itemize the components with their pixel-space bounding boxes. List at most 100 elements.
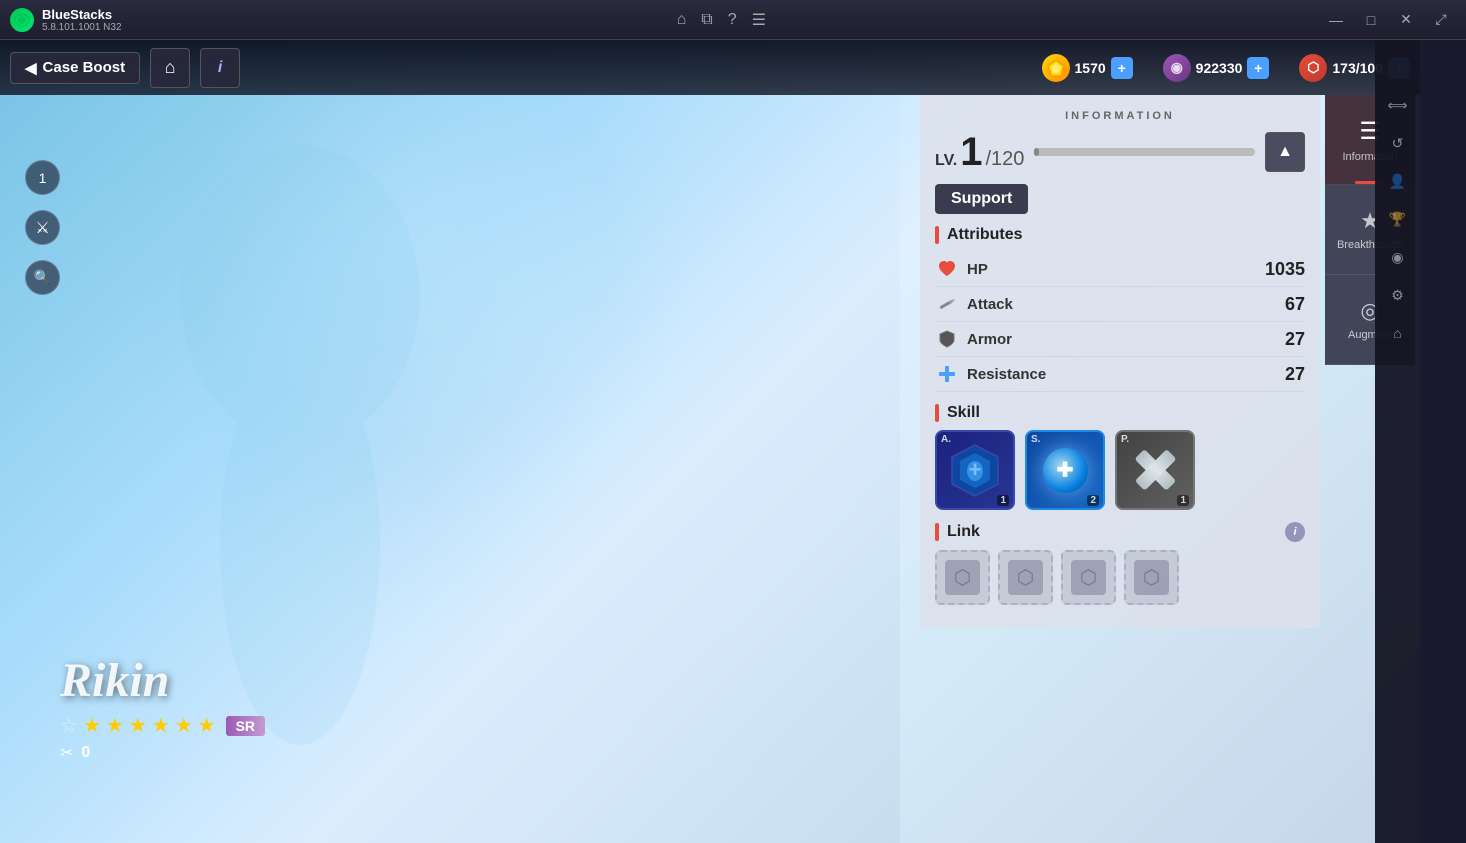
hp-icon <box>935 257 959 281</box>
skill-p-level: 1 <box>1177 495 1189 506</box>
back-arrow-icon: ◀ <box>25 59 37 77</box>
info-section-header: INFORMATION <box>935 110 1305 122</box>
skill-bar-indicator <box>935 404 939 422</box>
titlebar-left: BlueStacks 5.8.101.1001 N32 <box>10 7 122 33</box>
star-5: ★ <box>152 713 170 738</box>
skill-s-icon[interactable]: S. ✚ 2 <box>1025 430 1105 510</box>
edge-icon-2[interactable]: ↺ <box>1383 128 1413 158</box>
info-section: INFORMATION LV. 1 /120 ▲ Support <box>920 95 1320 628</box>
star-6: ★ <box>175 713 193 738</box>
star-2: ★ <box>83 713 101 738</box>
link-info-icon[interactable]: i <box>1285 522 1305 542</box>
attr-resistance-row: Resistance 27 <box>935 357 1305 392</box>
scissors-icon: ✂ <box>60 743 73 763</box>
skill-title: Skill <box>947 404 980 422</box>
top-navigation: ◀ Case Boost ⌂ i 1570 + ◉ 922330 + <box>0 40 1420 95</box>
armor-value: 27 <box>1285 329 1305 350</box>
attr-armor-row: Armor 27 <box>935 322 1305 357</box>
link-header: Link i <box>935 522 1305 542</box>
menu-icon[interactable]: ☰ <box>752 10 766 30</box>
resistance-value: 27 <box>1285 364 1305 385</box>
home-nav-icon[interactable]: ⌂ <box>677 11 687 29</box>
attack-value: 67 <box>1285 294 1305 315</box>
star-4: ★ <box>129 713 147 738</box>
attributes-header: Attributes <box>935 226 1305 244</box>
close-button[interactable]: ✕ <box>1391 5 1421 35</box>
left-icon-3[interactable]: 🔍 <box>25 260 60 295</box>
link-slot-1-inner: ⬡ <box>945 560 980 595</box>
character-info-bottom: Rikin ☆ ★ ★ ★ ★ ★ ★ SR ✂ 0 <box>60 653 265 763</box>
character-name: Rikin <box>60 653 265 708</box>
currency-value: 922330 <box>1196 60 1243 76</box>
left-icon-1[interactable]: 1 <box>25 160 60 195</box>
attr-hp-row: HP 1035 <box>935 252 1305 287</box>
link-section: Link i ⬡ ⬡ ⬡ ⬡ <box>935 522 1305 605</box>
attack-icon <box>935 292 959 316</box>
search-icon: 🔍 <box>34 269 51 286</box>
character-xp: 0 <box>81 744 90 762</box>
maximize-button[interactable]: □ <box>1356 5 1386 35</box>
edge-icon-4[interactable]: 🏆 <box>1383 204 1413 234</box>
edge-icon-6[interactable]: ⚙ <box>1383 280 1413 310</box>
multi-instance-icon[interactable]: ⧉ <box>701 11 712 29</box>
skill-p-wrapper[interactable]: P. 1 <box>1115 430 1195 510</box>
edge-icon-7[interactable]: ⌂ <box>1383 318 1413 348</box>
skill-s-type-label: S. <box>1031 434 1040 445</box>
skill-s-visual: ✚ <box>1043 448 1088 493</box>
help-icon[interactable]: ? <box>728 11 737 29</box>
skill-a-icon[interactable]: A. + 1 <box>935 430 1015 510</box>
back-button[interactable]: ◀ Case Boost <box>10 52 140 84</box>
skill-p-type-label: P. <box>1121 434 1129 445</box>
link-slot-1[interactable]: ⬡ <box>935 550 990 605</box>
skill-a-level: 1 <box>997 495 1009 506</box>
link-slot-3[interactable]: ⬡ <box>1061 550 1116 605</box>
expand-button[interactable]: ⤢ <box>1426 5 1456 35</box>
link-slot-3-inner: ⬡ <box>1071 560 1106 595</box>
gems-value: 1570 <box>1075 60 1106 76</box>
info-button[interactable]: i <box>200 48 240 88</box>
edge-icon-1[interactable]: ⟺ <box>1383 90 1413 120</box>
skill-s-wrapper[interactable]: S. ✚ 2 <box>1025 430 1105 510</box>
skill-header: Skill <box>935 404 1305 422</box>
star-7: ★ <box>198 713 216 738</box>
bluestacks-logo <box>10 8 34 32</box>
attributes-bar-indicator <box>935 226 939 244</box>
link-slot-4-inner: ⬡ <box>1134 560 1169 595</box>
home-button[interactable]: ⌂ <box>150 48 190 88</box>
gems-add-button[interactable]: + <box>1111 57 1133 79</box>
resistance-icon <box>935 362 959 386</box>
minimize-button[interactable]: — <box>1321 5 1351 35</box>
icon-1-symbol: 1 <box>39 170 47 186</box>
level-number: 1 <box>960 132 982 172</box>
resistance-label: Resistance <box>967 366 1285 383</box>
link-slot-2[interactable]: ⬡ <box>998 550 1053 605</box>
skill-p-icon[interactable]: P. 1 <box>1115 430 1195 510</box>
left-icon-panel: 1 ⚔ 🔍 <box>25 160 60 295</box>
app-name: BlueStacks <box>42 7 122 22</box>
skill-section: Skill A. + <box>935 404 1305 510</box>
stamina-icon: ⬡ <box>1299 54 1327 82</box>
link-slot-4[interactable]: ⬡ <box>1124 550 1179 605</box>
edge-icon-3[interactable]: 👤 <box>1383 166 1413 196</box>
link-slots-row: ⬡ ⬡ ⬡ ⬡ <box>935 550 1305 605</box>
edge-icon-5[interactable]: ◉ <box>1383 242 1413 272</box>
level-label: LV. <box>935 152 957 170</box>
currency-add-button[interactable]: + <box>1247 57 1269 79</box>
level-display: LV. 1 /120 <box>935 132 1024 172</box>
skill-a-wrapper[interactable]: A. + 1 <box>935 430 1015 510</box>
character-sub-info: ✂ 0 <box>60 743 265 763</box>
right-edge-panel: ⟺ ↺ 👤 🏆 ◉ ⚙ ⌂ <box>1375 40 1420 843</box>
level-max: /120 <box>985 148 1024 171</box>
rarity-badge: SR <box>226 716 265 736</box>
level-up-button[interactable]: ▲ <box>1265 132 1305 172</box>
link-bar-indicator <box>935 523 939 541</box>
left-icon-2[interactable]: ⚔ <box>25 210 60 245</box>
link-title: Link <box>947 523 980 541</box>
main-content: ◀ Case Boost ⌂ i 1570 + ◉ 922330 + <box>0 40 1420 843</box>
skill-icons-row: A. + 1 <box>935 430 1305 510</box>
x-shape <box>1133 448 1178 493</box>
support-badge: Support <box>935 184 1028 214</box>
link-slot-2-inner: ⬡ <box>1008 560 1043 595</box>
armor-icon <box>935 327 959 351</box>
link-section-header: Link <box>935 523 980 541</box>
